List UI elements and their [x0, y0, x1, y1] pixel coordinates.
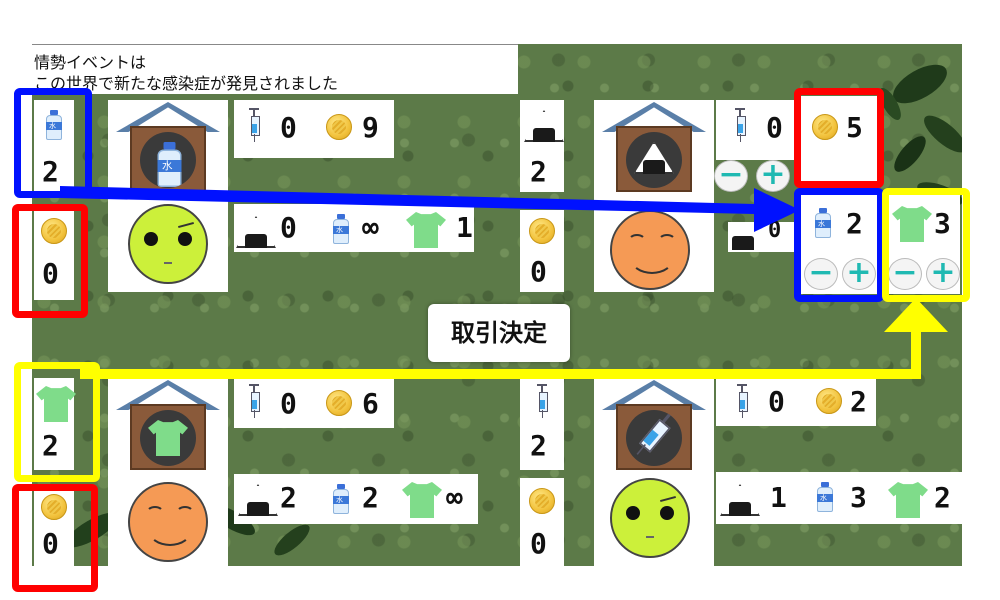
blue-arrow [60, 186, 800, 232]
yellow-highlight-target [882, 188, 970, 302]
red-highlight-coin-bottom-left [12, 484, 98, 592]
blue-highlight-target [794, 188, 884, 302]
yellow-highlight-source [14, 362, 100, 482]
red-highlight-coin-target [794, 88, 884, 188]
red-highlight-coin-top-left [12, 204, 88, 318]
yellow-arrow-line [80, 330, 921, 379]
yellow-arrow-head [884, 298, 948, 332]
blue-highlight-source [14, 88, 92, 198]
